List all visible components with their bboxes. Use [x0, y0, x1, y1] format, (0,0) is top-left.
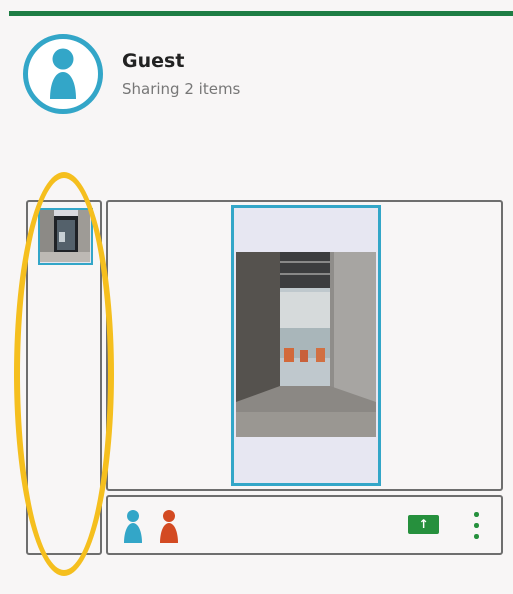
- user-avatar[interactable]: [23, 34, 103, 114]
- more-vertical-icon: [474, 512, 479, 517]
- user-name: Guest: [122, 50, 185, 72]
- top-accent-bar: [9, 11, 513, 16]
- thumbnail-strip[interactable]: [26, 200, 102, 555]
- selected-photo: [236, 252, 376, 437]
- photo-thumbnail[interactable]: [38, 208, 93, 265]
- upload-arrow-icon: ↑: [418, 517, 429, 531]
- more-options-button[interactable]: [468, 510, 484, 542]
- participant-bar: ↑: [106, 495, 503, 555]
- participant-blue-icon[interactable]: [122, 509, 144, 543]
- photo-viewer[interactable]: [106, 200, 503, 491]
- selected-photo-frame[interactable]: [231, 205, 381, 486]
- sharing-status: Sharing 2 items: [122, 80, 241, 98]
- photo-thumbnail-image: [40, 210, 90, 262]
- upload-button[interactable]: ↑: [408, 515, 439, 534]
- person-pawn-icon: [50, 48, 76, 99]
- participant-red-icon[interactable]: [158, 509, 180, 543]
- photo-image: [236, 252, 376, 437]
